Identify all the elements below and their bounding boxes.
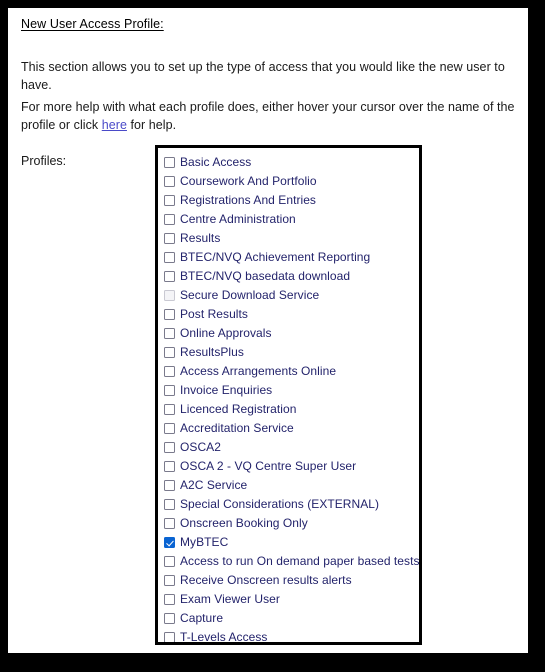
profile-label: Registrations And Entries bbox=[180, 193, 316, 207]
profile-list-item[interactable]: Exam Viewer User bbox=[164, 590, 419, 609]
profile-checkbox[interactable] bbox=[164, 328, 175, 339]
profile-list-item[interactable]: Results bbox=[164, 229, 419, 248]
profile-checkbox[interactable] bbox=[164, 518, 175, 529]
profile-list-item[interactable]: MyBTEC bbox=[164, 533, 419, 552]
profile-checkbox[interactable] bbox=[164, 423, 175, 434]
profile-checkbox[interactable] bbox=[164, 309, 175, 320]
profile-label: Capture bbox=[180, 611, 224, 625]
profile-label: Receive Onscreen results alerts bbox=[180, 573, 352, 587]
profile-checkbox[interactable] bbox=[164, 480, 175, 491]
profile-list-item[interactable]: Invoice Enquiries bbox=[164, 381, 419, 400]
profile-checkbox[interactable] bbox=[164, 385, 175, 396]
help-paragraph-text-before: For more help with what each profile doe… bbox=[21, 100, 515, 132]
profile-list-item[interactable]: BTEC/NVQ Achievement Reporting bbox=[164, 248, 419, 267]
profile-checkbox[interactable] bbox=[164, 537, 175, 548]
profile-label: OSCA 2 - VQ Centre Super User bbox=[180, 459, 357, 473]
profiles-checkbox-list[interactable]: Basic Access Coursework And Portfolio Regi… bbox=[155, 145, 422, 645]
help-link[interactable]: here bbox=[102, 118, 127, 132]
profile-list-item[interactable]: Online Approvals bbox=[164, 324, 419, 343]
profile-list-item[interactable]: Access Arrangements Online bbox=[164, 362, 419, 381]
profile-checkbox[interactable] bbox=[164, 442, 175, 453]
profile-checkbox[interactable] bbox=[164, 366, 175, 377]
profile-list-item[interactable]: T-Levels Access bbox=[164, 628, 419, 644]
profile-label: Results bbox=[180, 231, 221, 245]
profile-label: Online Approvals bbox=[180, 326, 272, 340]
profile-checkbox[interactable] bbox=[164, 556, 175, 567]
profile-checkbox[interactable] bbox=[164, 271, 175, 282]
profile-checkbox[interactable] bbox=[164, 632, 175, 642]
profile-label: Access Arrangements Online bbox=[180, 364, 337, 378]
page-title: New User Access Profile: bbox=[21, 17, 164, 31]
profile-checkbox[interactable] bbox=[164, 347, 175, 358]
help-paragraph: For more help with what each profile doe… bbox=[21, 98, 518, 134]
profile-checkbox[interactable] bbox=[164, 404, 175, 415]
profile-list-item[interactable]: Centre Administration bbox=[164, 210, 419, 229]
profile-list-item[interactable]: Post Results bbox=[164, 305, 419, 324]
page-frame: New User Access Profile: This section al… bbox=[0, 0, 545, 672]
profile-checkbox[interactable] bbox=[164, 252, 175, 263]
profile-list-item[interactable]: Capture bbox=[164, 609, 419, 628]
profile-list-item[interactable]: Special Considerations (EXTERNAL) bbox=[164, 495, 419, 514]
profile-checkbox[interactable] bbox=[164, 461, 175, 472]
profile-label: BTEC/NVQ basedata download bbox=[180, 269, 351, 283]
profile-label: Coursework And Portfolio bbox=[180, 174, 317, 188]
profile-label: OSCA2 bbox=[180, 440, 221, 454]
profiles-field-label: Profiles: bbox=[21, 154, 67, 168]
page-sheet: New User Access Profile: This section al… bbox=[8, 8, 528, 653]
help-paragraph-text-after: for help. bbox=[126, 118, 177, 132]
profile-label: Exam Viewer User bbox=[180, 592, 280, 606]
profile-checkbox[interactable] bbox=[164, 499, 175, 510]
profile-checkbox[interactable] bbox=[164, 575, 175, 586]
profile-list-item[interactable]: Receive Onscreen results alerts bbox=[164, 571, 419, 590]
profile-list-item[interactable]: Basic Access bbox=[164, 153, 419, 172]
profile-label: ResultsPlus bbox=[180, 345, 244, 359]
profile-list-item[interactable]: BTEC/NVQ basedata download bbox=[164, 267, 419, 286]
profile-label: Special Considerations (EXTERNAL) bbox=[180, 497, 380, 511]
profile-checkbox[interactable] bbox=[164, 233, 175, 244]
profile-label: T-Levels Access bbox=[180, 630, 268, 644]
profile-checkbox[interactable] bbox=[164, 214, 175, 225]
profile-label: Licenced Registration bbox=[180, 402, 297, 416]
profile-label: Centre Administration bbox=[180, 212, 296, 226]
profile-checkbox[interactable] bbox=[164, 195, 175, 206]
profile-label: A2C Service bbox=[180, 478, 248, 492]
profile-list-item[interactable]: ResultsPlus bbox=[164, 343, 419, 362]
profile-checkbox[interactable] bbox=[164, 594, 175, 605]
profile-list-item[interactable]: Access to run On demand paper based test… bbox=[164, 552, 419, 571]
profile-list-item[interactable]: Onscreen Booking Only bbox=[164, 514, 419, 533]
profile-label: Onscreen Booking Only bbox=[180, 516, 308, 530]
profile-label: Post Results bbox=[180, 307, 248, 321]
profile-list-item[interactable]: Coursework And Portfolio bbox=[164, 172, 419, 191]
profile-label: Access to run On demand paper based test… bbox=[180, 554, 420, 568]
profile-label: Accreditation Service bbox=[180, 421, 294, 435]
profile-list-item[interactable]: OSCA2 bbox=[164, 438, 419, 457]
profile-checkbox[interactable] bbox=[164, 157, 175, 168]
profile-list-item[interactable]: OSCA 2 - VQ Centre Super User bbox=[164, 457, 419, 476]
profile-label: Invoice Enquiries bbox=[180, 383, 273, 397]
profile-label: BTEC/NVQ Achievement Reporting bbox=[180, 250, 371, 264]
profile-checkbox bbox=[164, 290, 175, 301]
profile-checkbox[interactable] bbox=[164, 176, 175, 187]
profile-label: MyBTEC bbox=[180, 535, 229, 549]
profile-label: Basic Access bbox=[180, 155, 252, 169]
profile-list-item[interactable]: Accreditation Service bbox=[164, 419, 419, 438]
profile-list-item[interactable]: A2C Service bbox=[164, 476, 419, 495]
profile-list-item[interactable]: Licenced Registration bbox=[164, 400, 419, 419]
profile-list-item[interactable]: Registrations And Entries bbox=[164, 191, 419, 210]
profile-list-item[interactable]: Secure Download Service bbox=[164, 286, 419, 305]
profile-checkbox[interactable] bbox=[164, 613, 175, 624]
profile-label: Secure Download Service bbox=[180, 288, 320, 302]
intro-paragraph: This section allows you to set up the ty… bbox=[21, 60, 505, 92]
